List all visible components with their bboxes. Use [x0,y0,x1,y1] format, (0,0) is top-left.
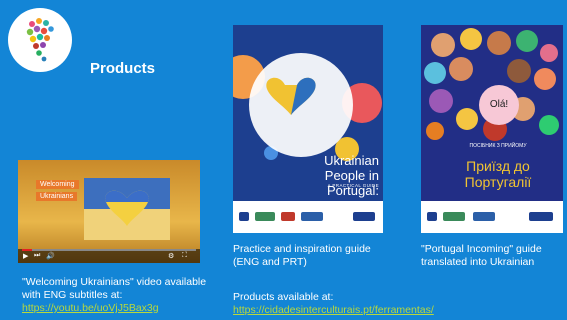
cover-ua-title: Приїзд до Португалії [464,158,532,190]
cover-ua-footer-logos [421,201,563,233]
slide: Products Welcoming Ukrainians ▶ ⏭ 🔊 ⚙ ⛶ … [0,0,567,320]
video-thumbnail[interactable]: Welcoming Ukrainians ▶ ⏭ 🔊 ⚙ ⛶ [18,160,200,263]
guide-cover-ukrainian[interactable]: Olá! ПОСІБНИК З ПРИЙОМУ Приїзд до Португ… [421,25,563,233]
guide-cover-portugal[interactable]: Ukrainian People in Portugal: [233,25,383,233]
cover-footer-logos [233,201,383,233]
next-icon[interactable]: ⏭ [34,252,40,260]
speech-bubble: Olá! [479,85,519,125]
guide-pt-caption: Practice and inspiration guide (ENG and … [233,243,371,268]
fullscreen-icon[interactable]: ⛶ [182,252,187,260]
play-icon[interactable]: ▶ [23,252,28,260]
cover-title: Ukrainian People in Portugal: [324,153,379,198]
settings-icon[interactable]: ⚙ [168,252,174,260]
products-label: Products available at: [233,291,334,303]
products-link[interactable]: https://cidadesinterculturais.pt/ferrame… [233,304,434,316]
logo-mark-icon [26,18,54,62]
cover-ua-subtitle: ПОСІБНИК З ПРИЙОМУ [469,143,527,149]
logo [8,8,72,72]
video-label-welcoming: Welcoming [36,180,79,189]
heart-icon [105,190,149,226]
video-progress-fill [22,249,32,251]
slide-title: Products [90,60,156,77]
guide-ua-caption: "Portugal Incoming" guide translated int… [421,243,542,268]
cover-subtitle: A PRACTICAL GUIDE [327,183,379,188]
volume-icon[interactable]: 🔊 [46,252,55,260]
video-link[interactable]: https://youtu.be/uoVjJ5Bax3g [22,302,159,314]
video-progress-track[interactable] [22,249,196,251]
video-caption: "Welcoming Ukrainians" video available w… [22,276,207,301]
video-label-ukrainians: Ukrainians [36,192,78,201]
